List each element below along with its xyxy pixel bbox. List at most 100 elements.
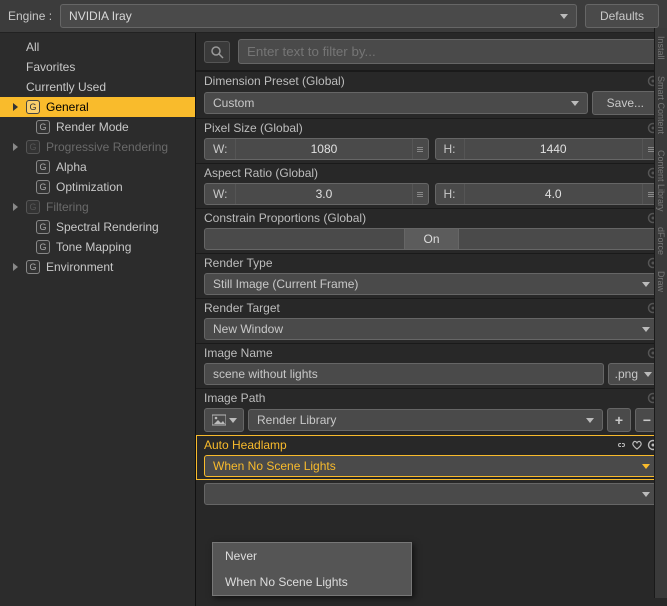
sidebar-item[interactable]: All xyxy=(0,37,195,57)
sidebar-item-label: Favorites xyxy=(26,60,75,74)
link-icon[interactable] xyxy=(615,439,627,451)
dock-tab[interactable]: Draw xyxy=(656,263,666,300)
h-label: H: xyxy=(436,139,465,159)
image-path-select[interactable]: Render Library xyxy=(248,409,603,431)
dimension-preset-label: Dimension Preset (Global) xyxy=(204,74,345,88)
chevron-right-icon xyxy=(13,143,18,151)
sidebar: AllFavoritesCurrently UsedGGeneralGRende… xyxy=(0,33,196,606)
constrain-toggle[interactable]: On xyxy=(204,228,659,250)
expand-toggle[interactable] xyxy=(10,103,20,111)
picture-icon xyxy=(212,414,226,426)
category-icon: G xyxy=(26,260,40,274)
chevron-right-icon xyxy=(13,103,18,111)
sidebar-item-label: Progressive Rendering xyxy=(46,140,168,154)
auto-headlamp-select[interactable]: When No Scene Lights xyxy=(204,455,659,477)
dock-tab[interactable]: Install xyxy=(656,28,666,68)
sidebar-item[interactable]: GGeneral xyxy=(0,97,195,117)
chevron-down-icon xyxy=(644,372,652,377)
render-type-label: Render Type xyxy=(204,256,273,270)
search-input[interactable] xyxy=(238,39,659,64)
add-path-button[interactable]: + xyxy=(607,408,631,432)
render-target-value: New Window xyxy=(213,322,283,336)
sidebar-item[interactable]: Currently Used xyxy=(0,77,195,97)
expand-toggle[interactable] xyxy=(10,263,20,271)
chevron-down-icon xyxy=(571,101,579,106)
content-panel: Dimension Preset (Global) Custom Save... xyxy=(196,33,667,606)
dimension-preset-select[interactable]: Custom xyxy=(204,92,588,114)
image-path-browse-button[interactable] xyxy=(204,408,244,432)
sidebar-item[interactable]: G Spectral Rendering xyxy=(0,217,195,237)
sidebar-item[interactable]: G Progressive Rendering xyxy=(0,137,195,157)
sidebar-item-label: Environment xyxy=(46,260,113,274)
next-property-value xyxy=(213,487,216,501)
aspect-height-input[interactable]: H: 4.0 xyxy=(435,183,660,205)
sidebar-item[interactable]: Favorites xyxy=(0,57,195,77)
sidebar-item[interactable]: G Render Mode xyxy=(0,117,195,137)
sidebar-item[interactable]: G Environment xyxy=(0,257,195,277)
search-button[interactable] xyxy=(204,41,230,63)
sidebar-item-label: Render Mode xyxy=(56,120,129,134)
image-path-label: Image Path xyxy=(204,391,265,405)
category-icon: G xyxy=(36,160,50,174)
sidebar-item[interactable]: G Optimization xyxy=(0,177,195,197)
dock-tab[interactable]: dForce xyxy=(656,219,666,263)
image-name-label: Image Name xyxy=(204,346,273,360)
category-icon: G xyxy=(36,240,50,254)
expand-toggle[interactable] xyxy=(10,203,20,211)
chevron-down-icon xyxy=(642,492,650,497)
dock-tab[interactable]: Content Library xyxy=(656,142,666,220)
chevron-down-icon xyxy=(642,282,650,287)
chevron-right-icon xyxy=(13,263,18,271)
category-icon: G xyxy=(36,120,50,134)
dimension-preset-value: Custom xyxy=(213,96,254,110)
dropdown-option[interactable]: Never xyxy=(213,543,411,569)
render-target-label: Render Target xyxy=(204,301,280,315)
category-icon: G xyxy=(26,100,40,114)
aspect-ratio-label: Aspect Ratio (Global) xyxy=(204,166,318,180)
dimension-preset-save-button[interactable]: Save... xyxy=(592,91,659,115)
constrain-value: On xyxy=(404,229,458,249)
dock-tab[interactable]: Smart Content xyxy=(656,68,666,142)
right-dock-tabs: Install Smart Content Content Library dF… xyxy=(654,28,667,598)
aspect-width-input[interactable]: W: 3.0 xyxy=(204,183,429,205)
category-icon: G xyxy=(36,220,50,234)
pixel-height-value: 1440 xyxy=(465,139,643,159)
pixel-width-value: 1080 xyxy=(236,139,411,159)
heart-icon[interactable] xyxy=(631,439,643,451)
image-name-input[interactable]: scene without lights xyxy=(204,363,604,385)
engine-label: Engine : xyxy=(8,9,52,23)
image-ext-select[interactable]: .png xyxy=(608,363,659,385)
sidebar-item[interactable]: GTone Mapping xyxy=(0,237,195,257)
sidebar-item-label: Currently Used xyxy=(26,80,106,94)
sidebar-item[interactable]: GAlpha xyxy=(0,157,195,177)
chevron-down-icon xyxy=(642,327,650,332)
expand-toggle[interactable] xyxy=(10,143,20,151)
category-icon: G xyxy=(26,140,40,154)
next-property-select[interactable] xyxy=(204,483,659,505)
render-target-select[interactable]: New Window xyxy=(204,318,659,340)
defaults-button[interactable]: Defaults xyxy=(585,4,659,28)
constrain-label: Constrain Proportions (Global) xyxy=(204,211,366,225)
category-icon: G xyxy=(36,180,50,194)
aspect-width-value: 3.0 xyxy=(236,184,411,204)
sidebar-item-label: All xyxy=(26,40,39,54)
sidebar-item-label: Optimization xyxy=(56,180,123,194)
pixel-height-input[interactable]: H: 1440 xyxy=(435,138,660,160)
h-label: H: xyxy=(436,184,465,204)
sidebar-item[interactable]: GFiltering xyxy=(0,197,195,217)
sidebar-item-label: Spectral Rendering xyxy=(56,220,159,234)
chevron-down-icon xyxy=(586,418,594,423)
render-type-select[interactable]: Still Image (Current Frame) xyxy=(204,273,659,295)
aspect-height-value: 4.0 xyxy=(465,184,643,204)
drag-handle-icon[interactable] xyxy=(412,184,428,204)
w-label: W: xyxy=(205,139,236,159)
w-label: W: xyxy=(205,184,236,204)
engine-select[interactable]: NVIDIA Iray xyxy=(60,4,577,28)
chevron-down-icon xyxy=(229,418,237,423)
pixel-width-input[interactable]: W: 1080 xyxy=(204,138,429,160)
image-path-value: Render Library xyxy=(257,413,336,427)
drag-handle-icon[interactable] xyxy=(412,139,428,159)
dropdown-option[interactable]: When No Scene Lights xyxy=(213,569,411,595)
image-name-value: scene without lights xyxy=(213,367,318,381)
chevron-down-icon xyxy=(560,14,568,19)
